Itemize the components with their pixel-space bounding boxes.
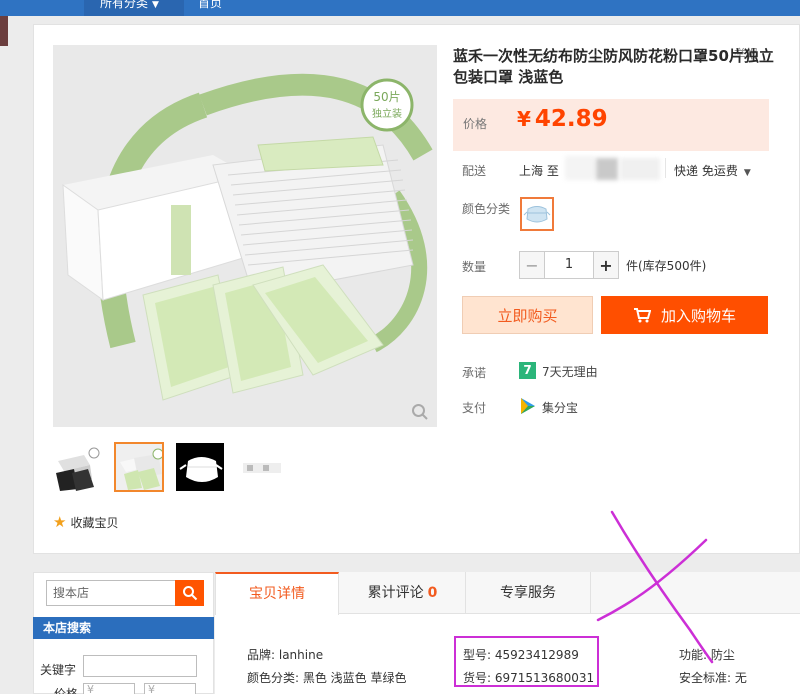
- keyword-input[interactable]: [83, 655, 197, 677]
- price-range-label: 价格: [54, 687, 79, 694]
- shop-search-heading: 本店搜索: [33, 617, 214, 639]
- quantity-label: 数量: [462, 260, 487, 274]
- thumbnail-3-image: [176, 443, 224, 491]
- keyword-label: 关键字: [40, 663, 77, 677]
- quantity-decrease-button[interactable]: −: [519, 251, 545, 279]
- attr-colors: 颜色分类: 黑色 浅蓝色 草绿色: [247, 671, 407, 685]
- product-main-image[interactable]: 50片 独立装: [53, 45, 437, 427]
- divider: [665, 158, 666, 178]
- stock-text: 件(库存500件): [626, 258, 707, 273]
- shop-search-input[interactable]: 搜本店: [46, 580, 176, 606]
- seven-day-return-icon: 7: [519, 362, 536, 379]
- shop-search-button[interactable]: [175, 580, 204, 606]
- mask-swatch-icon: [523, 206, 551, 223]
- shipping-label: 配送: [462, 164, 487, 178]
- mask-box-illustration: 50片 独立装: [62, 73, 433, 401]
- currency-symbol: ¥: [517, 107, 531, 131]
- star-icon: ★: [53, 513, 67, 531]
- tab-reviews-label: 累计评论: [367, 585, 424, 601]
- divider: [590, 572, 591, 614]
- jifenbao-icon: [521, 398, 535, 414]
- review-count: 0: [427, 585, 438, 601]
- price-min-input[interactable]: ¥: [83, 683, 135, 694]
- zoom-icon[interactable]: [411, 403, 429, 421]
- product-title: 蓝禾一次性无纺布防尘防风防花粉口罩50片独立包装口罩 浅蓝色: [453, 47, 774, 86]
- promise-text[interactable]: 7天无理由: [542, 363, 598, 380]
- shipping-method-label: 快递 免运费: [674, 164, 738, 178]
- tab-item-details[interactable]: 宝贝详情: [215, 572, 339, 615]
- price-box: 价格 ¥42.89: [453, 99, 769, 151]
- color-label: 颜色分类: [462, 202, 511, 216]
- quantity-stepper: − 1 + 件(库存500件): [519, 251, 706, 279]
- quantity-input[interactable]: 1: [545, 251, 593, 279]
- buy-now-button[interactable]: 立即购买: [462, 296, 593, 334]
- favorite-button[interactable]: ★ 收藏宝贝: [53, 513, 118, 531]
- quantity-increase-button[interactable]: +: [593, 251, 619, 279]
- attr-function: 功能: 防尘: [679, 648, 735, 662]
- redacted-region: [620, 158, 660, 180]
- all-categories-label: 所有分类: [100, 0, 149, 10]
- color-option-light-blue[interactable]: [520, 197, 554, 231]
- price-max-input[interactable]: ¥: [144, 683, 196, 694]
- search-icon: [182, 586, 197, 601]
- redacted-region: [596, 158, 618, 180]
- price-amount: 42.89: [534, 106, 608, 132]
- promise-label: 承诺: [462, 366, 487, 380]
- thumbnail-4-image: [237, 443, 285, 491]
- cart-icon: [633, 308, 651, 323]
- payment-text[interactable]: 集分宝: [542, 399, 578, 416]
- favorite-label: 收藏宝贝: [70, 515, 119, 530]
- payment-label: 支付: [462, 401, 487, 415]
- attr-safety-standard: 安全标准: 无: [679, 671, 747, 685]
- thumbnail-1-image: [54, 443, 102, 491]
- thumbnail-strip: [53, 442, 293, 494]
- side-edge: [0, 16, 8, 46]
- thumbnail-4[interactable]: [236, 442, 286, 492]
- badge-line1: 50片: [373, 90, 400, 104]
- add-to-cart-button[interactable]: 加入购物车: [601, 296, 768, 334]
- annotation-box: [454, 636, 599, 687]
- attr-brand: 品牌: lanhine: [247, 648, 324, 662]
- thumbnail-3[interactable]: [175, 442, 225, 492]
- home-link[interactable]: 首页: [198, 0, 222, 16]
- add-to-cart-label: 加入购物车: [660, 306, 736, 325]
- tab-exclusive-service[interactable]: 专享服务: [466, 572, 590, 614]
- thumbnail-2-image: [116, 444, 162, 490]
- all-categories-menu[interactable]: 所有分类 ▼: [84, 0, 184, 16]
- price-value: ¥42.89: [517, 106, 608, 132]
- chevron-down-icon: ▼: [152, 0, 159, 10]
- shipping-method-select[interactable]: 快递 免运费 ▼: [674, 162, 751, 179]
- redacted-region: [565, 156, 595, 180]
- chevron-down-icon: ▼: [743, 168, 751, 178]
- thumbnail-2[interactable]: [114, 442, 164, 492]
- price-label: 价格: [463, 117, 488, 131]
- thumbnail-1[interactable]: [53, 442, 103, 492]
- top-nav: 所有分类 ▼ 首页: [0, 0, 800, 16]
- tab-reviews[interactable]: 累计评论 0: [340, 572, 465, 614]
- badge-line2: 独立装: [372, 107, 402, 120]
- ship-from: 上海 至: [519, 164, 559, 178]
